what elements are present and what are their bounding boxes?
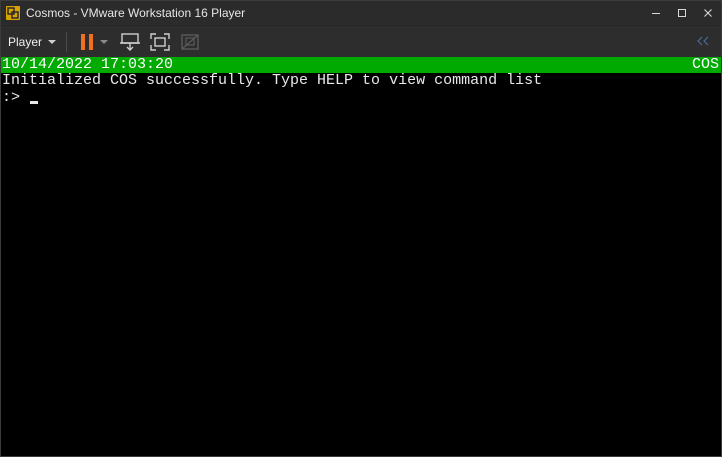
collapse-toolbar-button[interactable]	[693, 29, 713, 53]
toolbar: Player	[1, 25, 721, 57]
pause-button[interactable]	[77, 30, 97, 54]
send-ctrl-alt-del-icon	[120, 32, 141, 51]
maximize-icon	[678, 8, 686, 17]
title-bar[interactable]: Cosmos - VMware Workstation 16 Player	[1, 1, 721, 24]
chevron-down-icon	[100, 39, 109, 44]
console-prompt: :>	[2, 89, 21, 106]
close-icon	[704, 8, 712, 17]
player-menu-label: Player	[8, 34, 43, 49]
send-ctrl-alt-del-button[interactable]	[117, 30, 143, 54]
vmware-player-window: Cosmos - VMware Workstation 16 Player Pl…	[0, 0, 722, 457]
minimize-button[interactable]	[643, 1, 669, 24]
console-message: Initialized COS successfully. Type HELP …	[2, 72, 543, 89]
status-os-name: COS	[691, 57, 719, 73]
toolbar-separator	[66, 31, 68, 52]
collapse-icon	[697, 36, 709, 46]
window-controls	[643, 1, 721, 24]
vmware-icon	[6, 5, 20, 20]
status-datetime: 10/14/2022 17:03:20	[2, 57, 174, 73]
console-prompt-line[interactable]: :>	[2, 89, 39, 106]
fullscreen-button[interactable]	[147, 30, 173, 54]
chevron-down-icon	[48, 39, 57, 44]
fullscreen-icon	[150, 32, 170, 51]
unity-icon	[181, 33, 199, 50]
guest-status-bar: 10/14/2022 17:03:20 COS	[1, 57, 721, 73]
power-options-dropdown[interactable]	[97, 30, 111, 54]
window-title: Cosmos - VMware Workstation 16 Player	[26, 5, 246, 20]
minimize-icon	[652, 12, 660, 14]
guest-console-screen[interactable]: 10/14/2022 17:03:20 COS Initialized COS …	[1, 57, 721, 456]
pause-icon	[81, 33, 94, 50]
player-menu-button[interactable]: Player	[8, 30, 57, 54]
maximize-button[interactable]	[669, 1, 695, 24]
close-button[interactable]	[695, 1, 721, 24]
unity-button	[177, 30, 203, 54]
text-cursor	[30, 100, 39, 104]
